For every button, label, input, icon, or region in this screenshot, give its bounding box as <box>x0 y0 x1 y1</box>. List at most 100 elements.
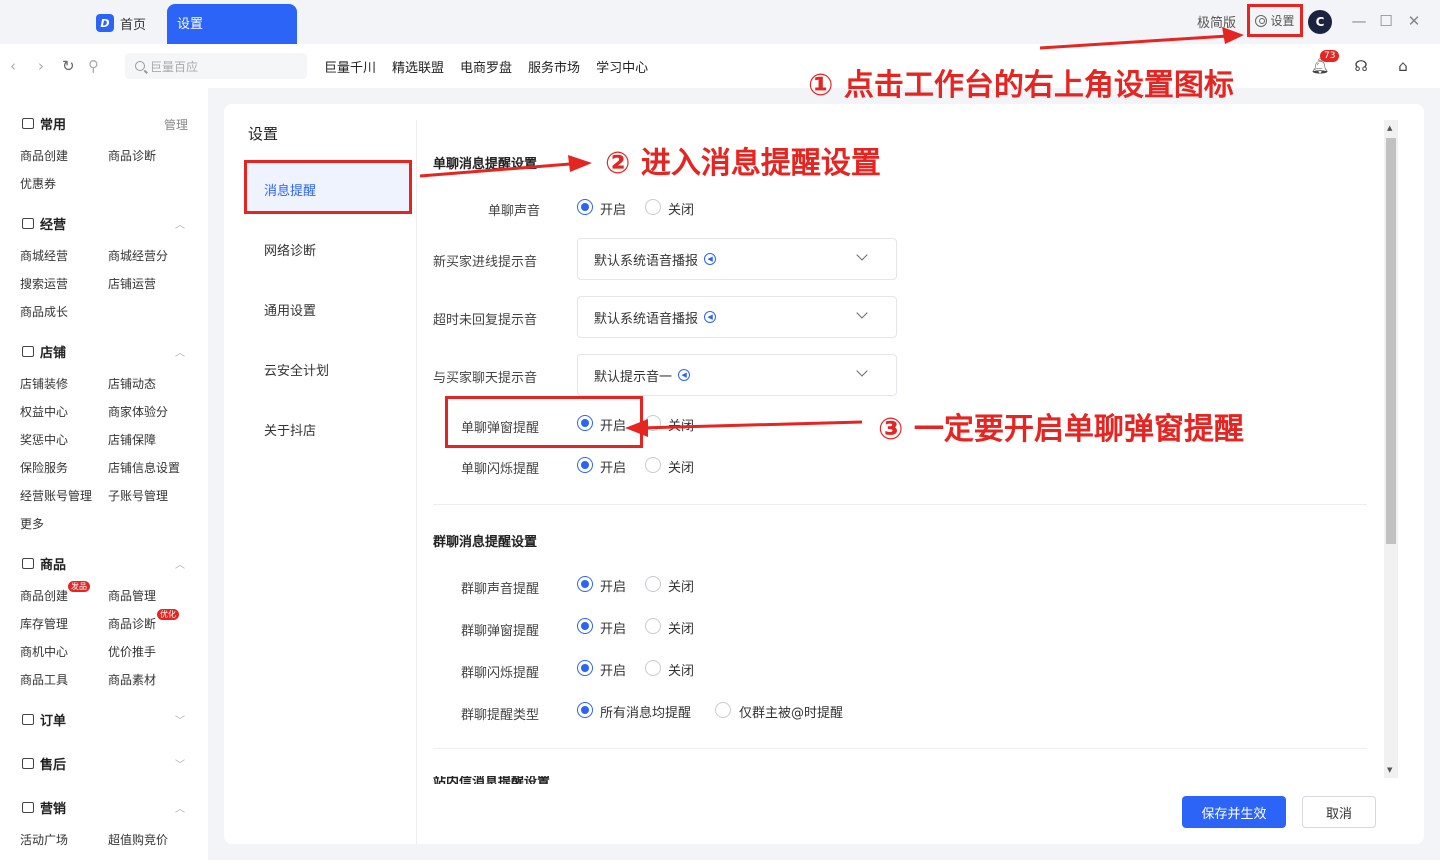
refresh-icon[interactable]: ↻ <box>62 57 75 75</box>
chevron-down-icon[interactable]: ﹀ <box>175 712 185 727</box>
sidebar-item[interactable]: 商品管理 <box>108 587 156 604</box>
sidebar-item[interactable]: 商品诊断 <box>108 147 156 164</box>
menu-item-security[interactable]: 云安全计划 <box>264 360 329 379</box>
group-type-at-radio[interactable] <box>715 702 731 718</box>
sidebar-item[interactable]: 商品创建 <box>20 147 68 164</box>
sidebar-item[interactable]: 超值购竞价 <box>108 831 168 848</box>
nav-link[interactable]: 学习中心 <box>596 57 648 76</box>
sidebar-section-orders[interactable]: 订单 <box>22 710 66 729</box>
search-input[interactable]: 巨量百应 <box>125 53 307 79</box>
sidebar-item[interactable]: 优价推手 <box>108 643 156 660</box>
sidebar-item[interactable]: 商城经营 <box>20 247 68 264</box>
settings-button[interactable]: 设置 <box>1247 4 1303 37</box>
single-sound-off-radio[interactable] <box>645 199 661 215</box>
avatar[interactable]: C <box>1308 10 1332 34</box>
sidebar-section-marketing[interactable]: 营销 <box>22 798 66 817</box>
group-flash-on-radio[interactable] <box>577 660 593 676</box>
group-sound-off-radio[interactable] <box>645 576 661 592</box>
sidebar-item[interactable]: 商品成长 <box>20 303 68 320</box>
maximize-icon[interactable]: ☐ <box>1377 12 1395 30</box>
chevron-up-icon[interactable]: ︿ <box>175 800 185 815</box>
speaker-icon[interactable]: ◀ <box>704 311 717 323</box>
radio-label: 开启 <box>600 203 627 218</box>
manage-link[interactable]: 管理 <box>164 116 188 133</box>
sidebar-section-goods[interactable]: 商品 <box>22 554 66 573</box>
simple-mode-link[interactable]: 极简版 <box>1197 12 1236 31</box>
group-type-all-radio[interactable] <box>577 702 593 718</box>
radio-label: 关闭 <box>668 622 695 637</box>
radio-label: 开启 <box>600 664 627 679</box>
sidebar-item[interactable]: 奖惩中心 <box>20 431 68 448</box>
scroll-up-icon[interactable]: ▲ <box>1387 124 1392 132</box>
sidebar-item[interactable]: 店铺信息设置 <box>108 459 180 476</box>
chevron-up-icon[interactable]: ︿ <box>175 216 185 231</box>
group-chat-group-title: 群聊消息提醒设置 <box>433 535 538 550</box>
sidebar-section-aftersale[interactable]: 售后 <box>22 754 66 773</box>
sidebar-item[interactable]: 商家体验分 <box>108 403 168 420</box>
group-popup-on-radio[interactable] <box>577 618 593 634</box>
sidebar-item[interactable]: 店铺动态 <box>108 375 156 392</box>
chart-icon <box>22 218 34 229</box>
sidebar-item[interactable]: 商品创建 <box>20 587 68 604</box>
sidebar-item[interactable]: 库存管理 <box>20 615 68 632</box>
sidebar-item[interactable]: 权益中心 <box>20 403 68 420</box>
nav-link[interactable]: 精选联盟 <box>392 57 444 76</box>
sidebar-section-common[interactable]: 常用 <box>22 114 66 133</box>
sidebar-item[interactable]: 商城经营分 <box>108 247 168 264</box>
gear-icon <box>1255 14 1268 27</box>
group-popup-off-radio[interactable] <box>645 618 661 634</box>
sidebar-item[interactable]: 商品工具 <box>20 671 68 688</box>
box-icon <box>22 558 34 569</box>
robot-icon[interactable]: ⌂ <box>1393 56 1413 76</box>
radio-label: 关闭 <box>668 419 695 434</box>
timeout-sound-select[interactable]: 默认系统语音播报 ◀ <box>577 296 897 338</box>
single-popup-off-radio[interactable] <box>645 415 661 431</box>
minimize-icon[interactable]: — <box>1350 12 1368 30</box>
menu-item-general[interactable]: 通用设置 <box>264 300 316 319</box>
sidebar-item[interactable]: 子账号管理 <box>108 487 168 504</box>
forward-icon[interactable]: › <box>38 57 44 75</box>
scrollbar-thumb[interactable] <box>1386 138 1396 544</box>
sidebar-item[interactable]: 活动广场 <box>20 831 68 848</box>
sidebar-item[interactable]: 商品素材 <box>108 671 156 688</box>
nav-link[interactable]: 巨量千川 <box>324 57 376 76</box>
new-buyer-sound-select[interactable]: 默认系统语音播报 ◀ <box>577 238 897 280</box>
single-flash-off-radio[interactable] <box>645 457 661 473</box>
chevron-down-icon[interactable]: ﹀ <box>175 756 185 771</box>
sidebar-section-operate[interactable]: 经营 <box>22 214 66 233</box>
speaker-icon[interactable]: ◀ <box>704 253 717 265</box>
chevron-up-icon[interactable]: ︿ <box>175 556 185 571</box>
group-sound-on-radio[interactable] <box>577 576 593 592</box>
back-icon[interactable]: ‹ <box>10 57 16 75</box>
sidebar-section-store[interactable]: 店铺 <box>22 342 66 361</box>
sidebar-item[interactable]: 店铺保障 <box>108 431 156 448</box>
sidebar-item[interactable]: 店铺装修 <box>20 375 68 392</box>
sidebar-item[interactable]: 搜索运营 <box>20 275 68 292</box>
cancel-button[interactable]: 取消 <box>1302 796 1376 828</box>
app-logo-icon: D <box>96 14 114 32</box>
sidebar-item[interactable]: 经营账号管理 <box>20 487 92 504</box>
menu-item-network[interactable]: 网络诊断 <box>264 240 316 259</box>
group-flash-off-radio[interactable] <box>645 660 661 676</box>
link-icon[interactable]: ⚲ <box>88 57 99 75</box>
nav-link[interactable]: 服务市场 <box>528 57 580 76</box>
single-flash-on-radio[interactable] <box>577 457 593 473</box>
scroll-down-icon[interactable]: ▼ <box>1387 766 1392 774</box>
sidebar-item[interactable]: 商品诊断 <box>108 615 156 632</box>
speaker-icon[interactable]: ◀ <box>678 369 691 381</box>
tab-settings[interactable]: 设置 <box>167 4 297 44</box>
sidebar-item[interactable]: 优惠券 <box>20 175 56 192</box>
single-sound-on-radio[interactable] <box>577 199 593 215</box>
sidebar-item[interactable]: 更多 <box>20 515 44 532</box>
sidebar-item[interactable]: 商机中心 <box>20 643 68 660</box>
menu-item-about[interactable]: 关于抖店 <box>264 420 316 439</box>
sidebar-item[interactable]: 保险服务 <box>20 459 68 476</box>
chat-sound-select[interactable]: 默认提示音一 ◀ <box>577 354 897 396</box>
tab-home[interactable]: D 首页 <box>96 12 146 34</box>
save-button[interactable]: 保存并生效 <box>1182 796 1286 828</box>
chevron-up-icon[interactable]: ︿ <box>175 344 185 359</box>
nav-link[interactable]: 电商罗盘 <box>460 57 512 76</box>
sidebar-item[interactable]: 店铺运营 <box>108 275 156 292</box>
support-icon[interactable]: ☊ <box>1351 56 1371 76</box>
close-icon[interactable]: ✕ <box>1405 12 1423 30</box>
